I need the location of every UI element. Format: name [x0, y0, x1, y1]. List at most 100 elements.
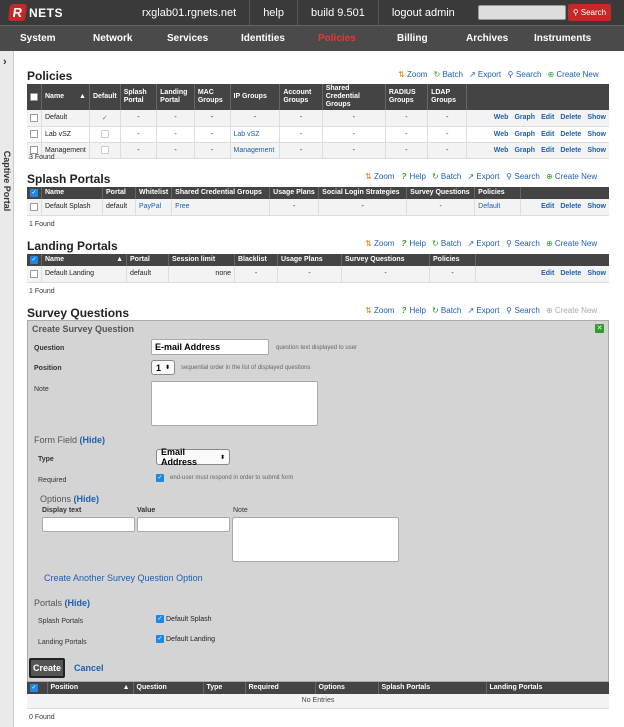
- show-link[interactable]: Show: [587, 114, 606, 121]
- export-button[interactable]: ↗ Export: [466, 306, 500, 315]
- rgnets-logo[interactable]: R NETS: [7, 3, 63, 22]
- landing-portals-checkbox[interactable]: ✓ Default Landing: [156, 635, 215, 643]
- position-stepper[interactable]: 1 ⬍: [151, 360, 175, 375]
- search-input[interactable]: [478, 5, 566, 20]
- col-policies[interactable]: Policies: [474, 187, 522, 199]
- search-link[interactable]: ⚲ Search: [505, 172, 540, 181]
- col-usage-plans[interactable]: Usage Plans: [269, 187, 320, 199]
- zoom-button[interactable]: ⇅ Zoom: [397, 70, 427, 79]
- col-options[interactable]: Options: [315, 682, 379, 694]
- nav-policies[interactable]: Policies: [318, 26, 356, 52]
- help-button[interactable]: ? Help: [399, 306, 426, 315]
- create-another-option-link[interactable]: Create Another Survey Question Option: [44, 573, 203, 583]
- help-link[interactable]: help: [249, 0, 297, 25]
- show-link[interactable]: Show: [587, 131, 606, 138]
- col-type[interactable]: Type: [203, 682, 246, 694]
- nav-network[interactable]: Network: [93, 26, 132, 52]
- value-input[interactable]: [137, 517, 230, 532]
- col-default[interactable]: Default: [89, 84, 121, 110]
- row-checkbox[interactable]: [27, 266, 42, 283]
- ip-group-link[interactable]: Management: [230, 142, 281, 159]
- col-usage-plans[interactable]: Usage Plans: [277, 254, 342, 266]
- col-name[interactable]: Name ▲: [41, 254, 127, 266]
- nav-billing[interactable]: Billing: [397, 26, 428, 52]
- col-position[interactable]: Position ▲: [47, 682, 134, 694]
- col-blacklist[interactable]: Blacklist: [234, 254, 278, 266]
- create-new-button[interactable]: ⊕ Create New: [545, 172, 597, 181]
- delete-link[interactable]: Delete: [560, 203, 581, 210]
- col-landing-portals[interactable]: Landing Portals: [486, 682, 609, 694]
- edit-link[interactable]: Edit: [541, 270, 554, 277]
- col-required[interactable]: Required: [245, 682, 316, 694]
- create-button[interactable]: Create: [29, 658, 65, 678]
- edit-link[interactable]: Edit: [541, 131, 554, 138]
- batch-button[interactable]: ↻ Batch: [431, 172, 461, 181]
- col-shared-credential-groups[interactable]: Shared Credential Groups: [322, 84, 386, 110]
- web-link[interactable]: Web: [494, 147, 509, 154]
- edit-link[interactable]: Edit: [541, 147, 554, 154]
- graph-link[interactable]: Graph: [514, 131, 535, 138]
- col-survey-questions[interactable]: Survey Questions: [406, 187, 476, 199]
- type-select[interactable]: Email Address ⬍: [156, 447, 230, 467]
- col-splash-portal[interactable]: Splash Portal: [120, 84, 158, 110]
- export-button[interactable]: ↗ Export: [468, 70, 501, 79]
- delete-link[interactable]: Delete: [560, 131, 581, 138]
- show-link[interactable]: Show: [587, 147, 606, 154]
- row-checkbox[interactable]: [27, 110, 42, 127]
- show-link[interactable]: Show: [587, 203, 606, 210]
- select-all-checkbox[interactable]: [27, 84, 42, 110]
- col-name[interactable]: Name ▲: [41, 84, 90, 110]
- nav-services[interactable]: Services: [167, 26, 208, 52]
- export-button[interactable]: ↗ Export: [466, 239, 500, 248]
- col-social-login[interactable]: Social Login Strategies: [318, 187, 408, 199]
- splash-portals-checkbox[interactable]: ✓ Default Splash: [156, 615, 212, 623]
- web-link[interactable]: Web: [494, 114, 509, 121]
- required-checkbox[interactable]: ✓: [156, 473, 164, 482]
- nav-instruments[interactable]: Instruments: [534, 26, 591, 52]
- search-button[interactable]: ⚲ Search: [568, 4, 611, 21]
- zoom-button[interactable]: ⇅ Zoom: [364, 172, 394, 181]
- question-input[interactable]: E-mail Address: [151, 339, 269, 355]
- row-checkbox[interactable]: [27, 199, 42, 216]
- select-all-checkbox[interactable]: ✓: [27, 254, 42, 266]
- nav-system[interactable]: System: [20, 26, 56, 52]
- chevron-right-icon[interactable]: ›: [3, 56, 7, 68]
- note-textarea[interactable]: [151, 381, 318, 426]
- col-account-groups[interactable]: Account Groups: [279, 84, 323, 110]
- col-radius-groups[interactable]: RADIUS Groups: [385, 84, 429, 110]
- search-link[interactable]: ⚲ Search: [506, 70, 542, 79]
- delete-link[interactable]: Delete: [560, 270, 581, 277]
- logout-link[interactable]: logout admin: [377, 0, 468, 25]
- show-link[interactable]: Show: [587, 270, 606, 277]
- col-landing-portal[interactable]: Landing Portal: [156, 84, 195, 110]
- col-mac-groups[interactable]: MAC Groups: [194, 84, 231, 110]
- edit-link[interactable]: Edit: [541, 114, 554, 121]
- row-checkbox[interactable]: [27, 126, 42, 143]
- graph-link[interactable]: Graph: [514, 114, 535, 121]
- search-link[interactable]: ⚲ Search: [505, 306, 540, 315]
- col-name[interactable]: Name: [41, 187, 103, 199]
- col-ldap-groups[interactable]: LDAP Groups: [427, 84, 468, 110]
- col-shared-credential-groups[interactable]: Shared Credential Groups: [171, 187, 271, 199]
- side-tab[interactable]: › Captive Portal: [0, 51, 14, 727]
- col-portal[interactable]: Portal: [126, 254, 169, 266]
- col-session-limit[interactable]: Session limit: [168, 254, 235, 266]
- cancel-link[interactable]: Cancel: [74, 663, 104, 673]
- zoom-button[interactable]: ⇅ Zoom: [364, 306, 394, 315]
- search-link[interactable]: ⚲ Search: [505, 239, 540, 248]
- ip-group-link[interactable]: Lab vSZ: [230, 126, 281, 143]
- batch-button[interactable]: ↻ Batch: [432, 70, 463, 79]
- delete-link[interactable]: Delete: [560, 147, 581, 154]
- batch-button[interactable]: ↻ Batch: [431, 239, 461, 248]
- option-note-textarea[interactable]: [232, 517, 399, 562]
- delete-link[interactable]: Delete: [560, 114, 581, 121]
- select-all-checkbox[interactable]: ✓: [27, 682, 48, 694]
- display-text-input[interactable]: [42, 517, 135, 532]
- whitelist-link[interactable]: PayPal: [135, 199, 173, 216]
- graph-link[interactable]: Graph: [514, 147, 535, 154]
- col-portal[interactable]: Portal: [102, 187, 136, 199]
- create-new-button[interactable]: ⊕ Create New: [546, 70, 599, 79]
- host-link[interactable]: rxglab01.rgnets.net: [129, 0, 249, 25]
- nav-identities[interactable]: Identities: [241, 26, 285, 52]
- col-ip-groups[interactable]: IP Groups: [230, 84, 281, 110]
